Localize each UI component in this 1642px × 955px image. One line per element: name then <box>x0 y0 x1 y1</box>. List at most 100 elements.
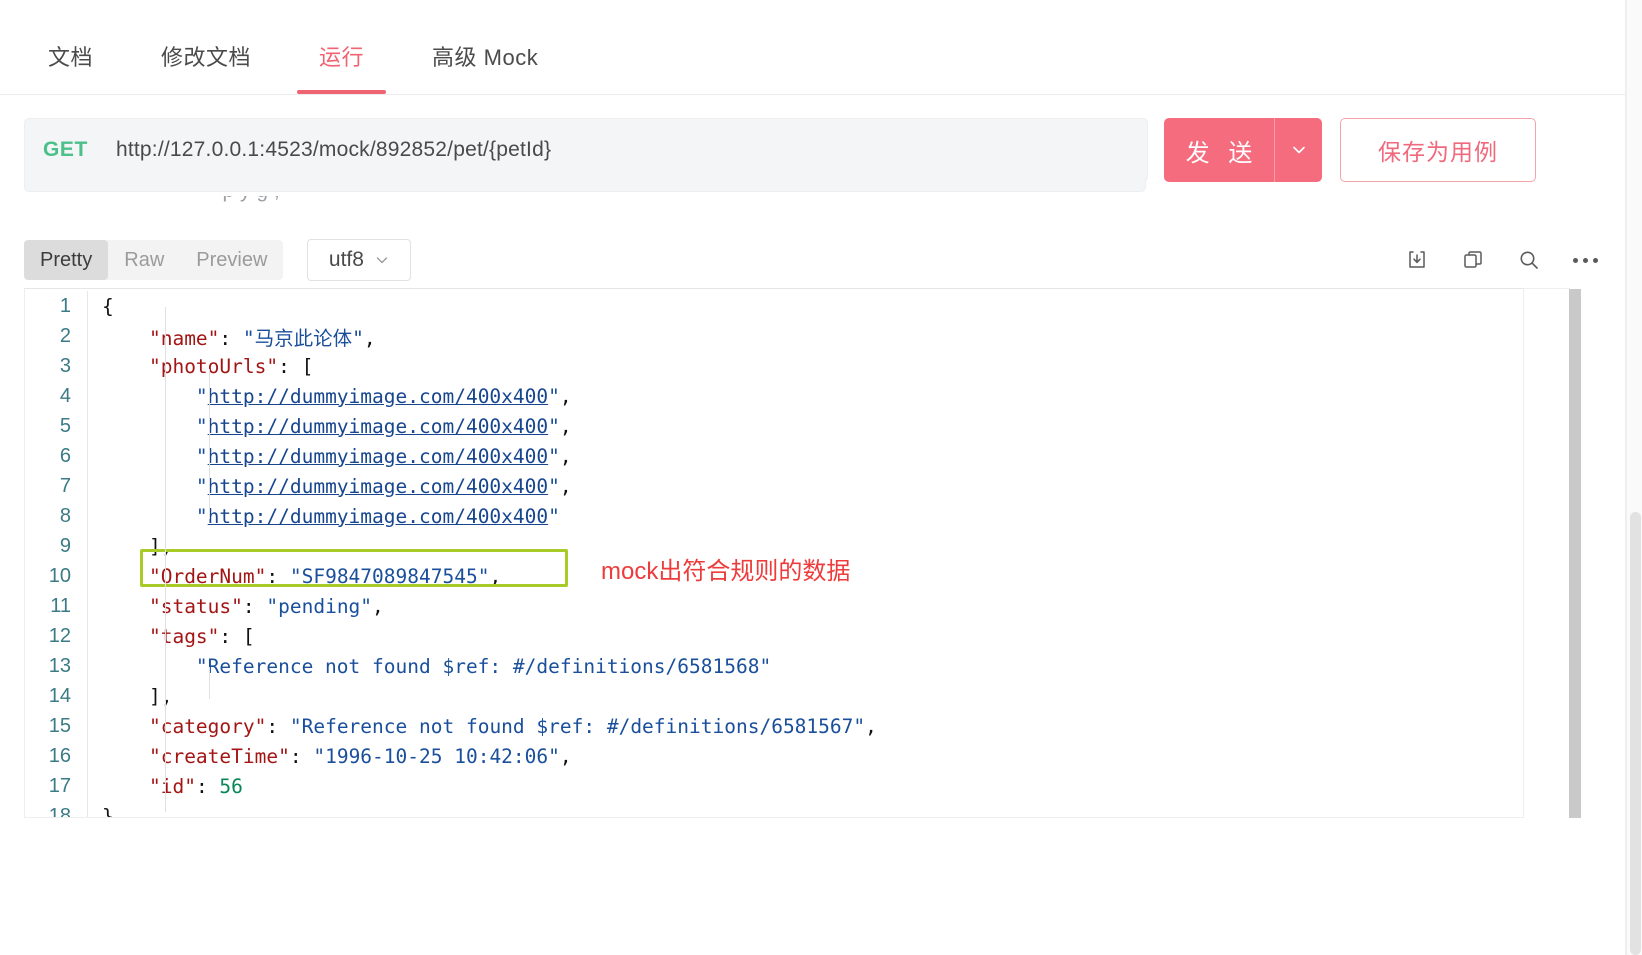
line-number: 4 <box>59 384 71 407</box>
code-token: , <box>372 594 384 618</box>
response-actions <box>1403 246 1599 274</box>
code-token: "OrderNum" <box>148 564 267 588</box>
search-icon[interactable] <box>1515 246 1543 274</box>
code-token: ], <box>148 684 173 708</box>
line-number: 11 <box>50 594 71 617</box>
tab-label: 文档 <box>48 45 94 70</box>
code-token: "photoUrls" <box>148 354 279 378</box>
line-number: 7 <box>59 474 71 497</box>
code-line: 12 "tags": [ <box>25 621 1523 651</box>
code-token[interactable]: http://dummyimage.com/400x400 <box>208 415 548 438</box>
tab-label: 高级 Mock <box>432 45 539 70</box>
response-toolbar: Pretty Raw Preview utf8 <box>0 234 1625 286</box>
code-line: 17 "id": 56 <box>25 771 1523 801</box>
code-line: 8 "http://dummyimage.com/400x400" <box>25 501 1523 531</box>
http-method-label: GET <box>43 138 88 161</box>
code-token: : <box>278 354 302 378</box>
code-line: 16 "createTime": "1996-10-25 10:42:06", <box>25 741 1523 771</box>
code-token[interactable]: http://dummyimage.com/400x400 <box>208 445 548 468</box>
code-line-text: } <box>88 805 114 818</box>
line-number: 3 <box>59 354 71 377</box>
code-line: 18} <box>25 801 1523 818</box>
line-number: 8 <box>59 504 71 527</box>
tab-0[interactable]: 文档 <box>44 40 97 94</box>
clipped-scrolled-row: p y g , <box>30 196 1600 216</box>
code-token[interactable]: http://dummyimage.com/400x400 <box>208 475 548 498</box>
code-line: 11 "status": "pending", <box>25 591 1523 621</box>
code-token[interactable]: http://dummyimage.com/400x400 <box>208 505 548 528</box>
url-input[interactable]: GET http://127.0.0.1:4523/mock/892852/pe… <box>24 118 1148 182</box>
url-box-bottom-edge <box>24 178 1146 192</box>
code-token: "tags" <box>148 624 220 648</box>
code-token: " <box>195 504 208 528</box>
indent-guide <box>209 667 210 699</box>
code-token: " <box>548 414 560 438</box>
view-mode-raw[interactable]: Raw <box>108 240 180 280</box>
line-number: 6 <box>59 444 71 467</box>
line-number: 10 <box>48 564 71 587</box>
code-token[interactable]: http://dummyimage.com/400x400 <box>208 385 548 408</box>
response-vertical-scrollbar[interactable] <box>1569 289 1581 818</box>
code-token: "马京此论体" <box>242 326 364 350</box>
code-token: : <box>242 594 267 618</box>
charset-select[interactable]: utf8 <box>307 239 412 281</box>
code-token: " <box>195 474 208 498</box>
code-line-text: ], <box>88 685 172 708</box>
page-vertical-scrollbar[interactable] <box>1626 0 1642 955</box>
code-line-text: "photoUrls": [ <box>88 355 313 378</box>
code-token: "SF9847089847545" <box>289 564 490 588</box>
view-mode-switcher: Pretty Raw Preview <box>24 240 284 280</box>
response-scrollbar-thumb[interactable] <box>1569 289 1581 818</box>
copy-icon[interactable] <box>1459 246 1487 274</box>
line-number: 1 <box>59 294 71 317</box>
page-scrollbar-thumb[interactable] <box>1630 512 1641 955</box>
line-number: 12 <box>48 624 71 647</box>
save-as-case-button[interactable]: 保存为用例 <box>1340 118 1536 182</box>
code-token: "pending" <box>266 594 373 618</box>
code-token: : <box>219 624 243 648</box>
tab-3[interactable]: 高级 Mock <box>428 40 542 94</box>
code-token: : <box>219 326 243 350</box>
tab-1[interactable]: 修改文档 <box>157 40 255 94</box>
code-token: [ <box>242 624 255 648</box>
send-button-group: 发 送 <box>1164 118 1322 182</box>
code-token: "Reference not found $ref: #/definitions… <box>195 654 772 678</box>
code-line: 7 "http://dummyimage.com/400x400", <box>25 471 1523 501</box>
view-mode-preview[interactable]: Preview <box>180 240 283 280</box>
tab-label: 运行 <box>319 45 365 70</box>
api-runner-page: 文档 修改文档 运行 高级 Mock GET http://127.0.0.1:452… <box>0 0 1642 955</box>
download-icon[interactable] <box>1403 246 1431 274</box>
code-line-text: "http://dummyimage.com/400x400", <box>88 415 572 438</box>
chevron-down-icon <box>1292 146 1305 154</box>
code-token: "1996-10-25 10:42:06" <box>313 744 560 768</box>
more-icon[interactable] <box>1571 246 1599 274</box>
code-token: : <box>195 774 220 798</box>
line-number: 18 <box>48 804 71 818</box>
tab-2[interactable]: 运行 <box>297 40 387 94</box>
indent-guide <box>165 307 166 812</box>
top-tabbar: 文档 修改文档 运行 高级 Mock <box>0 0 1625 95</box>
code-token: " <box>548 504 560 528</box>
code-token: 56 <box>219 774 243 798</box>
line-number: 17 <box>48 774 71 797</box>
request-bar: GET http://127.0.0.1:4523/mock/892852/pe… <box>24 116 1604 184</box>
code-line: 4 "http://dummyimage.com/400x400", <box>25 381 1523 411</box>
code-line-text: "tags": [ <box>88 625 255 648</box>
line-number: 2 <box>59 324 71 347</box>
send-options-dropdown[interactable] <box>1274 118 1322 182</box>
tab-label: 修改文档 <box>161 45 252 70</box>
view-mode-pretty[interactable]: Pretty <box>24 240 109 280</box>
send-button[interactable]: 发 送 <box>1164 118 1274 182</box>
charset-value: utf8 <box>328 248 364 271</box>
code-token: , <box>865 714 877 738</box>
code-token: , <box>559 384 572 408</box>
